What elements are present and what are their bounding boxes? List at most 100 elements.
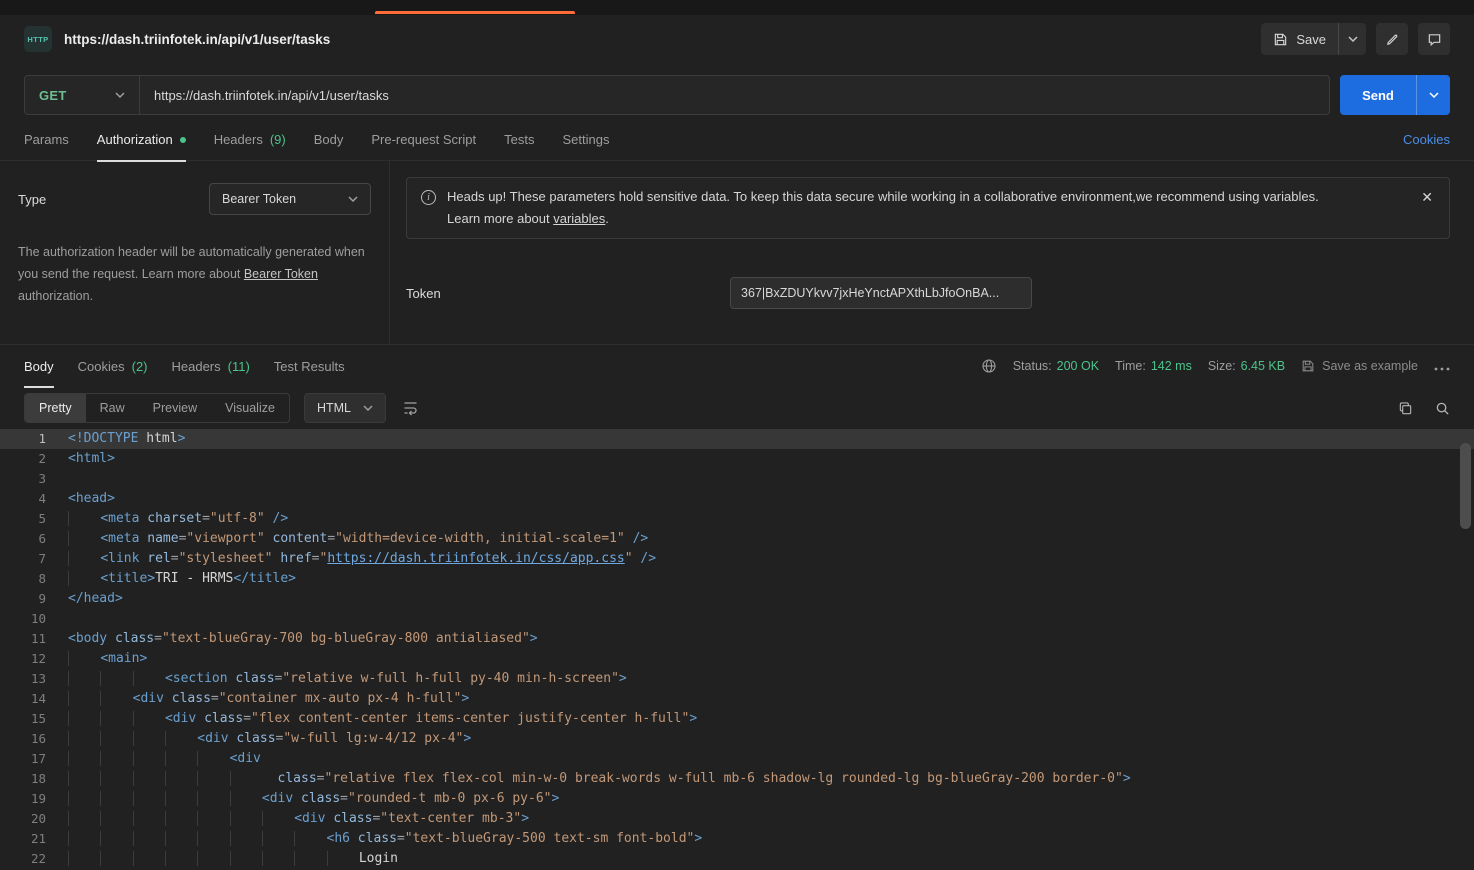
- view-tab-preview[interactable]: Preview: [139, 394, 211, 422]
- save-button-label: Save: [1296, 32, 1326, 47]
- search-response-button[interactable]: [1435, 401, 1450, 416]
- format-select[interactable]: HTML: [304, 393, 386, 423]
- response-tab-test-results[interactable]: Test Results: [274, 345, 345, 387]
- save-options-button[interactable]: [1338, 23, 1366, 55]
- tab-params[interactable]: Params: [24, 119, 69, 161]
- edit-request-button[interactable]: [1376, 23, 1408, 55]
- code-line: 13 <section class="relative w-full h-ful…: [0, 669, 1474, 689]
- wrap-text-button[interactable]: [402, 400, 419, 416]
- variables-link[interactable]: variables: [553, 211, 605, 226]
- copy-response-button[interactable]: [1398, 401, 1413, 416]
- send-button[interactable]: Send: [1340, 75, 1416, 115]
- code-line: 1<!DOCTYPE html>: [0, 429, 1474, 449]
- view-tab-visualize[interactable]: Visualize: [211, 394, 289, 422]
- line-number: 6: [0, 529, 46, 549]
- view-tab-pretty[interactable]: Pretty: [25, 394, 86, 422]
- code-line: 7 <link rel="stylesheet" href="https://d…: [0, 549, 1474, 569]
- http-request-icon: HTTP: [24, 26, 52, 52]
- tab-label: Pre-request Script: [371, 132, 476, 147]
- view-tab-raw[interactable]: Raw: [86, 394, 139, 422]
- line-number: 3: [0, 469, 46, 489]
- response-tabs: Body Cookies (2) Headers (11) Test Resul…: [24, 345, 345, 387]
- size-badge: Size: 6.45 KB: [1208, 359, 1285, 373]
- banner-text: Heads up! These parameters hold sensitiv…: [447, 186, 1400, 230]
- tab-label: Cookies: [78, 359, 125, 374]
- save-button[interactable]: Save: [1261, 23, 1338, 55]
- auth-type-label: Type: [18, 192, 46, 207]
- code-line: 6 <meta name="viewport" content="width=d…: [0, 529, 1474, 549]
- code-line: 18 class="relative flex flex-col min-w-0…: [0, 769, 1474, 789]
- banner-line-1: Heads up! These parameters hold sensitiv…: [447, 189, 1319, 204]
- code-line: 2<html>: [0, 449, 1474, 469]
- code-line: 17 <div: [0, 749, 1474, 769]
- line-number: 13: [0, 669, 46, 689]
- auth-type-value: Bearer Token: [222, 192, 296, 206]
- tab-label: Authorization: [97, 132, 173, 147]
- code-line: 5 <meta charset="utf-8" />: [0, 509, 1474, 529]
- authorization-type-column: Type Bearer Token The authorization head…: [0, 161, 390, 344]
- auth-description: The authorization header will be automat…: [18, 241, 371, 307]
- chevron-down-icon: [363, 405, 373, 411]
- chevron-down-icon: [1348, 36, 1358, 42]
- pencil-icon: [1385, 32, 1400, 47]
- tab-count: (2): [132, 359, 148, 374]
- code-line: 4<head>: [0, 489, 1474, 509]
- code-line: 3: [0, 469, 1474, 489]
- size-label: Size:: [1208, 359, 1236, 373]
- save-icon: [1273, 32, 1288, 47]
- code-line: 11<body class="text-blueGray-700 bg-blue…: [0, 629, 1474, 649]
- bearer-token-link[interactable]: Bearer Token: [244, 267, 318, 281]
- line-number: 11: [0, 629, 46, 649]
- tab-label: Headers: [214, 132, 263, 147]
- token-input[interactable]: 367|BxZDUYkvv7jxHeYnctAPXthLbJfoOnBA...: [730, 277, 1032, 309]
- format-value: HTML: [317, 401, 351, 415]
- code-line: 10: [0, 609, 1474, 629]
- tab-label: Settings: [562, 132, 609, 147]
- send-options-button[interactable]: [1416, 75, 1450, 115]
- code-line: 8 <title>TRI - HRMS</title>: [0, 569, 1474, 589]
- line-number: 14: [0, 689, 46, 709]
- sensitive-data-banner: i Heads up! These parameters hold sensit…: [406, 177, 1450, 239]
- response-tab-cookies[interactable]: Cookies (2): [78, 345, 148, 387]
- status-label: Status:: [1013, 359, 1052, 373]
- more-options-button[interactable]: [1434, 359, 1450, 374]
- tab-headers[interactable]: Headers (9): [214, 119, 286, 161]
- request-title: https://dash.triinfotek.in/api/v1/user/t…: [64, 32, 330, 47]
- save-as-example-button[interactable]: Save as example: [1301, 359, 1418, 373]
- tab-tests[interactable]: Tests: [504, 119, 534, 161]
- banner-close-button[interactable]: ✕: [1421, 189, 1433, 206]
- url-input[interactable]: [140, 75, 1330, 115]
- network-icon[interactable]: [981, 358, 997, 374]
- tab-label: Body: [314, 132, 344, 147]
- request-url-row: GET Send: [0, 63, 1474, 119]
- size-value: 6.45 KB: [1241, 359, 1285, 373]
- tab-authorization[interactable]: Authorization: [97, 119, 186, 161]
- tab-body[interactable]: Body: [314, 119, 344, 161]
- token-row: Token 367|BxZDUYkvv7jxHeYnctAPXthLbJfoOn…: [406, 277, 1450, 309]
- request-header-left: HTTP https://dash.triinfotek.in/api/v1/u…: [24, 26, 330, 52]
- code-scrollbar-thumb[interactable]: [1460, 443, 1471, 529]
- code-line: 14 <div class="container mx-auto px-4 h-…: [0, 689, 1474, 709]
- response-view-tabs: Pretty Raw Preview Visualize: [24, 393, 290, 423]
- line-number: 18: [0, 769, 46, 789]
- cookies-link[interactable]: Cookies: [1403, 132, 1450, 147]
- line-number: 12: [0, 649, 46, 669]
- tab-count: (11): [228, 359, 250, 374]
- method-select[interactable]: GET: [24, 75, 140, 115]
- active-workspace-tab-indicator: [375, 11, 575, 14]
- time-value: 142 ms: [1151, 359, 1192, 373]
- tab-settings[interactable]: Settings: [562, 119, 609, 161]
- comments-button[interactable]: [1418, 23, 1450, 55]
- tab-pre-request-script[interactable]: Pre-request Script: [371, 119, 476, 161]
- line-number: 19: [0, 789, 46, 809]
- save-icon: [1301, 359, 1315, 373]
- response-tab-headers[interactable]: Headers (11): [172, 345, 250, 387]
- line-number: 10: [0, 609, 46, 629]
- response-tab-body[interactable]: Body: [24, 345, 54, 387]
- auth-type-select[interactable]: Bearer Token: [209, 183, 371, 215]
- response-body-code[interactable]: 1<!DOCTYPE html>2<html>34<head>5 <meta c…: [0, 429, 1474, 869]
- request-header-actions: Save: [1261, 23, 1450, 55]
- request-tabs: Params Authorization Headers (9) Body Pr…: [0, 119, 1474, 161]
- banner-line-2: Learn more about: [447, 211, 553, 226]
- code-line: 20 <div class="text-center mb-3">: [0, 809, 1474, 829]
